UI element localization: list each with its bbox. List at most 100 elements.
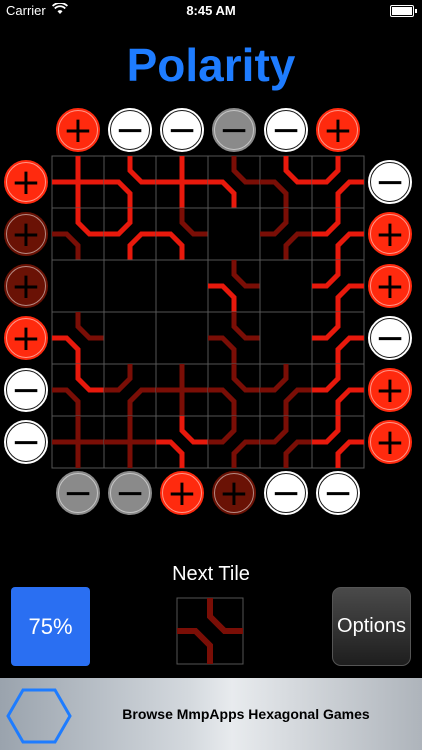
- tile-background: [155, 311, 209, 365]
- board-tile-r3-c5[interactable]: [259, 259, 313, 313]
- board-tile-r3-c4[interactable]: [207, 259, 261, 313]
- plus-icon: +: [167, 473, 197, 514]
- minus-icon: −: [271, 110, 301, 151]
- minus-icon: −: [271, 473, 301, 514]
- bottom-terminal-2: −: [106, 469, 154, 517]
- tile-background: [207, 207, 261, 261]
- board-tile-r5-c3[interactable]: [155, 363, 209, 417]
- minus-icon: −: [115, 110, 145, 151]
- board-tile-r4-c2[interactable]: [103, 311, 157, 365]
- progress-percent-label: 75%: [28, 613, 73, 639]
- next-tile[interactable]: [176, 597, 244, 665]
- plus-icon: +: [375, 370, 405, 411]
- top-terminal-6: +: [314, 106, 362, 154]
- tile-background: [259, 259, 313, 313]
- board-tile-r6-c1[interactable]: [51, 415, 105, 469]
- board-tile-r4-c5[interactable]: [259, 311, 313, 365]
- bottom-terminal-3: +: [158, 469, 206, 517]
- board-tile-r5-c4[interactable]: [207, 363, 261, 417]
- board-tile-r1-c5[interactable]: [259, 155, 313, 209]
- hexagon-icon: [6, 688, 72, 744]
- left-terminal-3: +: [2, 262, 50, 310]
- top-terminal-4: −: [210, 106, 258, 154]
- board-tile-r2-c6[interactable]: [311, 207, 365, 261]
- left-terminal-5: −: [2, 366, 50, 414]
- minus-icon: −: [219, 110, 249, 151]
- board-tile-r5-c1[interactable]: [51, 363, 105, 417]
- board-tile-r1-c4[interactable]: [207, 155, 261, 209]
- board-tile-r4-c4[interactable]: [207, 311, 261, 365]
- top-terminal-3: −: [158, 106, 206, 154]
- progress-percent-button[interactable]: 75%: [11, 587, 90, 666]
- right-terminal-6: +: [366, 418, 414, 466]
- minus-icon: −: [167, 110, 197, 151]
- board-tile-r6-c6[interactable]: [311, 415, 365, 469]
- board-tile-r3-c2[interactable]: [103, 259, 157, 313]
- plus-icon: +: [63, 110, 93, 151]
- bottom-terminal-1: −: [54, 469, 102, 517]
- tile-background: [103, 311, 157, 365]
- board-tile-r2-c3[interactable]: [155, 207, 209, 261]
- next-tile-label: Next Tile: [172, 563, 250, 585]
- board-tile-r4-c1[interactable]: [51, 311, 105, 365]
- right-terminal-5: +: [366, 366, 414, 414]
- options-button[interactable]: Options: [332, 587, 411, 666]
- board-tile-r5-c5[interactable]: [259, 363, 313, 417]
- bottom-terminal-5: −: [262, 469, 310, 517]
- top-terminal-5: −: [262, 106, 310, 154]
- board-tile-r3-c6[interactable]: [311, 259, 365, 313]
- board-tile-r6-c4[interactable]: [207, 415, 261, 469]
- board-tile-r3-c3[interactable]: [155, 259, 209, 313]
- top-terminal-1: +: [54, 106, 102, 154]
- bottom-terminal-4: +: [210, 469, 258, 517]
- minus-icon: −: [63, 473, 93, 514]
- board-tile-r4-c6[interactable]: [311, 311, 365, 365]
- tile-background: [259, 311, 313, 365]
- plus-icon: +: [11, 214, 41, 255]
- board-tile-r6-c3[interactable]: [155, 415, 209, 469]
- left-terminal-1: +: [2, 158, 50, 206]
- minus-icon: −: [375, 162, 405, 203]
- board-tile-r1-c3[interactable]: [155, 155, 209, 209]
- plus-icon: +: [375, 422, 405, 463]
- tile-background: [103, 259, 157, 313]
- tile-background: [155, 259, 209, 313]
- plus-icon: +: [11, 318, 41, 359]
- board-tile-r2-c5[interactable]: [259, 207, 313, 261]
- right-terminal-4: −: [366, 314, 414, 362]
- ad-banner[interactable]: Browse MmpApps Hexagonal Games: [0, 678, 422, 750]
- board-tile-r1-c1[interactable]: [51, 155, 105, 209]
- left-terminal-6: −: [2, 418, 50, 466]
- next-tile-preview[interactable]: [176, 597, 244, 665]
- board-tile-r2-c4[interactable]: [207, 207, 261, 261]
- options-label: Options: [337, 615, 406, 637]
- plus-icon: +: [375, 266, 405, 307]
- minus-icon: −: [11, 422, 41, 463]
- minus-icon: −: [115, 473, 145, 514]
- board-tile-r1-c6[interactable]: [311, 155, 365, 209]
- plus-icon: +: [11, 162, 41, 203]
- board-tile-r6-c5[interactable]: [259, 415, 313, 469]
- board-tile-r1-c2[interactable]: [103, 155, 157, 209]
- right-terminal-1: −: [366, 158, 414, 206]
- plus-icon: +: [11, 266, 41, 307]
- minus-icon: −: [11, 370, 41, 411]
- board-tile-r4-c3[interactable]: [155, 311, 209, 365]
- plus-icon: +: [323, 110, 353, 151]
- left-terminal-2: +: [2, 210, 50, 258]
- minus-icon: −: [375, 318, 405, 359]
- right-terminal-2: +: [366, 210, 414, 258]
- bottom-terminal-6: −: [314, 469, 362, 517]
- left-terminal-4: +: [2, 314, 50, 362]
- board-tile-r5-c2[interactable]: [103, 363, 157, 417]
- board-tile-r3-c1[interactable]: [51, 259, 105, 313]
- board-tile-r2-c2[interactable]: [103, 207, 157, 261]
- board-tile-r6-c2[interactable]: [103, 415, 157, 469]
- right-terminal-3: +: [366, 262, 414, 310]
- tile-background: [51, 259, 105, 313]
- plus-icon: +: [375, 214, 405, 255]
- game-board[interactable]: + − − − − +− − + + − −++++−−−++−++: [0, 0, 422, 520]
- top-terminal-2: −: [106, 106, 154, 154]
- board-tile-r5-c6[interactable]: [311, 363, 365, 417]
- board-tile-r2-c1[interactable]: [51, 207, 105, 261]
